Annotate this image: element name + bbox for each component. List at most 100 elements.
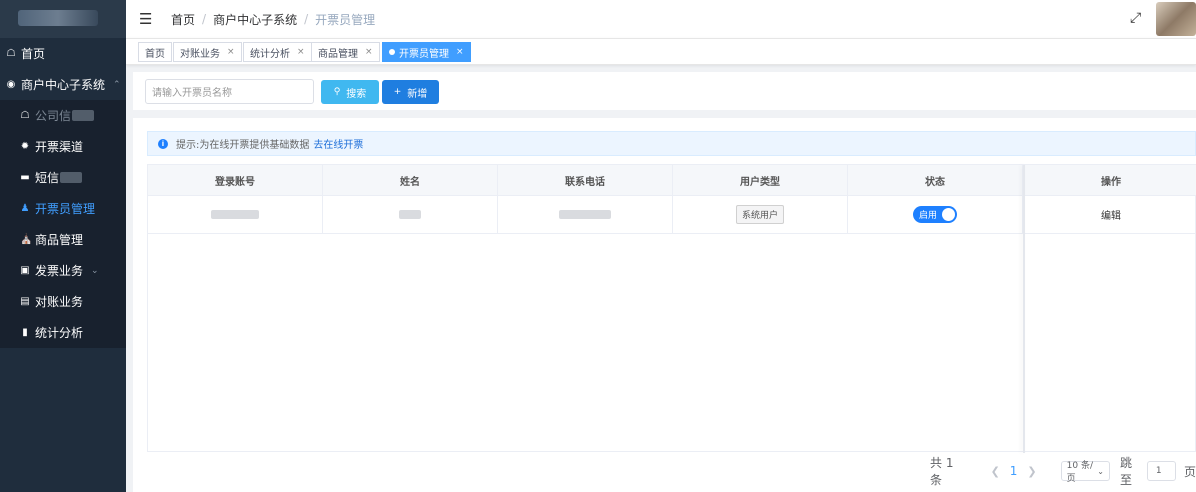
sidebar-item-product-management[interactable]: ⛪ 商品管理 bbox=[0, 224, 126, 255]
breadcrumb: 首页 / 商户中心子系统 / 开票员管理 bbox=[171, 11, 375, 28]
toggle-knob bbox=[942, 208, 955, 221]
tags-view: 首页 对账业务 × 统计分析 × 商品管理 × 开票员管理 × bbox=[126, 38, 1196, 65]
tag-invoicer-management[interactable]: 开票员管理 × bbox=[382, 42, 471, 62]
logo-image bbox=[18, 10, 98, 26]
column-header-name: 姓名 bbox=[323, 165, 498, 196]
sidebar-item-company-info[interactable]: ☖ 公司信 bbox=[0, 100, 126, 131]
sidebar-item-label: 开票员管理 bbox=[35, 202, 96, 216]
sidebar-item-label: 对账业务 bbox=[35, 295, 84, 309]
breadcrumb-current: 开票员管理 bbox=[315, 12, 376, 27]
sidebar-item-label: 发票业务 bbox=[35, 264, 84, 278]
sidebar-item-merchant-center[interactable]: ◉ 商户中心子系统 ⌃ bbox=[0, 69, 126, 100]
fullscreen-icon[interactable]: ⤢ bbox=[1130, 10, 1141, 26]
page-suffix-label: 页 bbox=[1183, 464, 1196, 479]
sidebar-submenu: ☖ 公司信 ✹ 开票渠道 ▬ 短信 ♟ 开票员管理 ⛪ 商品管理 ▣ 发票业务 bbox=[0, 100, 126, 348]
reconcile-icon: ▤ bbox=[20, 296, 30, 307]
logo bbox=[0, 0, 126, 38]
page-size-select[interactable]: 10 条/页 ⌄ bbox=[1060, 461, 1110, 484]
sidebar-item-sms[interactable]: ▬ 短信 bbox=[0, 162, 126, 193]
sidebar-item-label: 公司信 bbox=[35, 109, 72, 123]
bar-chart-icon: ▮ bbox=[22, 327, 28, 338]
system-icon: ◉ bbox=[6, 79, 16, 90]
column-header-action: 操作 bbox=[1101, 177, 1121, 188]
online-invoice-link[interactable]: 去在线开票 bbox=[313, 136, 363, 151]
sidebar-item-reconciliation[interactable]: ▤ 对账业务 bbox=[0, 286, 126, 317]
sidebar-item-label: 短信 bbox=[35, 171, 60, 185]
column-header-phone: 联系电话 bbox=[498, 165, 673, 196]
breadcrumb-home[interactable]: 首页 bbox=[171, 11, 195, 28]
chevron-up-icon: ⌃ bbox=[113, 79, 121, 90]
sidebar-item-statistics[interactable]: ▮ 统计分析 bbox=[0, 317, 126, 348]
tag-home[interactable]: 首页 bbox=[138, 42, 172, 62]
invoicer-name-search-input[interactable]: 请输入开票员名称 bbox=[145, 79, 314, 104]
tag-label: 商品管理 bbox=[318, 48, 358, 60]
breadcrumb-separator: / bbox=[202, 12, 207, 26]
sidebar-item-label: 商户中心子系统 bbox=[21, 78, 106, 92]
message-icon: ▬ bbox=[20, 172, 30, 183]
jump-label: 跳至 bbox=[1120, 456, 1133, 487]
tag-label: 首页 bbox=[145, 48, 165, 60]
close-icon[interactable]: × bbox=[456, 47, 464, 57]
blurred-phone bbox=[559, 210, 611, 219]
search-panel: 请输入开票员名称 ⚲ 搜索 + 新增 bbox=[133, 72, 1196, 110]
home-icon: ☖ bbox=[6, 48, 16, 59]
search-input-placeholder: 请输入开票员名称 bbox=[152, 88, 232, 99]
search-button-label: 搜索 bbox=[346, 88, 367, 100]
table-header: 登录账号 姓名 联系电话 用户类型 状态 操作 bbox=[148, 165, 1196, 196]
info-icon: i bbox=[158, 138, 168, 149]
column-header-status: 状态 bbox=[848, 165, 1023, 196]
user-type-badge: 系统用户 bbox=[735, 205, 784, 224]
chevron-down-icon: ⌄ bbox=[91, 265, 99, 276]
content-panel: i 提示:为在线开票提供基础数据 去在线开票 登录账号 姓名 联系电话 用户类型… bbox=[133, 118, 1196, 492]
cell-name bbox=[323, 196, 498, 233]
avatar[interactable] bbox=[1156, 2, 1196, 36]
fixed-column-divider bbox=[1023, 165, 1025, 453]
tag-statistics[interactable]: 统计分析 × bbox=[243, 42, 312, 62]
home-icon: ☖ bbox=[20, 110, 30, 121]
sidebar-item-home[interactable]: ☖ 首页 bbox=[0, 38, 126, 69]
search-icon: ⚲ bbox=[333, 87, 341, 97]
user-group-icon: ♟ bbox=[20, 203, 30, 214]
close-icon[interactable]: × bbox=[365, 47, 373, 57]
blurred-text bbox=[60, 172, 83, 183]
status-toggle[interactable]: 启用 bbox=[913, 206, 957, 223]
sidebar-item-invoice-channel[interactable]: ✹ 开票渠道 bbox=[0, 131, 126, 162]
pagination: 共 1 条 ❮ 1 ❯ 10 条/页 ⌄ 跳至 1 页 bbox=[930, 456, 1196, 487]
tag-product-management[interactable]: 商品管理 × bbox=[311, 42, 380, 62]
breadcrumb-merchant-center: 商户中心子系统 bbox=[213, 12, 298, 27]
next-page-icon[interactable]: ❯ bbox=[1027, 465, 1036, 478]
invoicer-table: 登录账号 姓名 联系电话 用户类型 状态 操作 系统用户 启用 编辑 bbox=[147, 164, 1196, 453]
ticket-icon: ▣ bbox=[20, 265, 30, 276]
edit-button[interactable]: 编辑 bbox=[1101, 207, 1121, 222]
shop-icon: ⛪ bbox=[20, 234, 33, 245]
tag-label: 统计分析 bbox=[250, 48, 290, 60]
close-icon[interactable]: × bbox=[227, 47, 235, 57]
active-dot-icon bbox=[389, 49, 395, 55]
sidebar-item-label: 首页 bbox=[21, 47, 46, 61]
top-navbar: ☰ 首页 / 商户中心子系统 / 开票员管理 ⤢ bbox=[126, 0, 1196, 38]
sidebar-item-invoice-business[interactable]: ▣ 发票业务 ⌄ bbox=[0, 255, 126, 286]
page-size-label: 10 条/页 bbox=[1066, 461, 1093, 484]
breadcrumb-separator: / bbox=[304, 12, 309, 26]
table-row: 系统用户 启用 编辑 bbox=[148, 196, 1196, 234]
gear-icon: ✹ bbox=[20, 141, 30, 152]
tag-reconciliation[interactable]: 对账业务 × bbox=[173, 42, 242, 62]
jump-page-input[interactable]: 1 bbox=[1146, 461, 1176, 481]
cell-user-type: 系统用户 bbox=[673, 196, 848, 233]
column-header-user-type: 用户类型 bbox=[673, 165, 848, 196]
add-button-label: 新增 bbox=[407, 88, 428, 100]
add-button[interactable]: + 新增 bbox=[382, 80, 439, 104]
alert-text: 提示:为在线开票提供基础数据 bbox=[176, 140, 310, 151]
column-header-account: 登录账号 bbox=[148, 165, 323, 196]
page-number-current[interactable]: 1 bbox=[1010, 464, 1018, 478]
hamburger-icon[interactable]: ☰ bbox=[139, 10, 155, 28]
prev-page-icon[interactable]: ❮ bbox=[991, 465, 1000, 478]
plus-icon: + bbox=[393, 87, 402, 97]
search-button[interactable]: ⚲ 搜索 bbox=[321, 80, 379, 104]
info-alert: i 提示:为在线开票提供基础数据 去在线开票 bbox=[147, 131, 1196, 156]
chevron-down-icon: ⌄ bbox=[1097, 466, 1104, 476]
close-icon[interactable]: × bbox=[297, 47, 305, 57]
sidebar-item-invoicer-management[interactable]: ♟ 开票员管理 bbox=[0, 193, 126, 224]
sidebar-item-label: 开票渠道 bbox=[35, 140, 84, 154]
sidebar: ☖ 首页 ◉ 商户中心子系统 ⌃ ☖ 公司信 ✹ 开票渠道 ▬ 短信 ♟ 开票员… bbox=[0, 0, 126, 492]
